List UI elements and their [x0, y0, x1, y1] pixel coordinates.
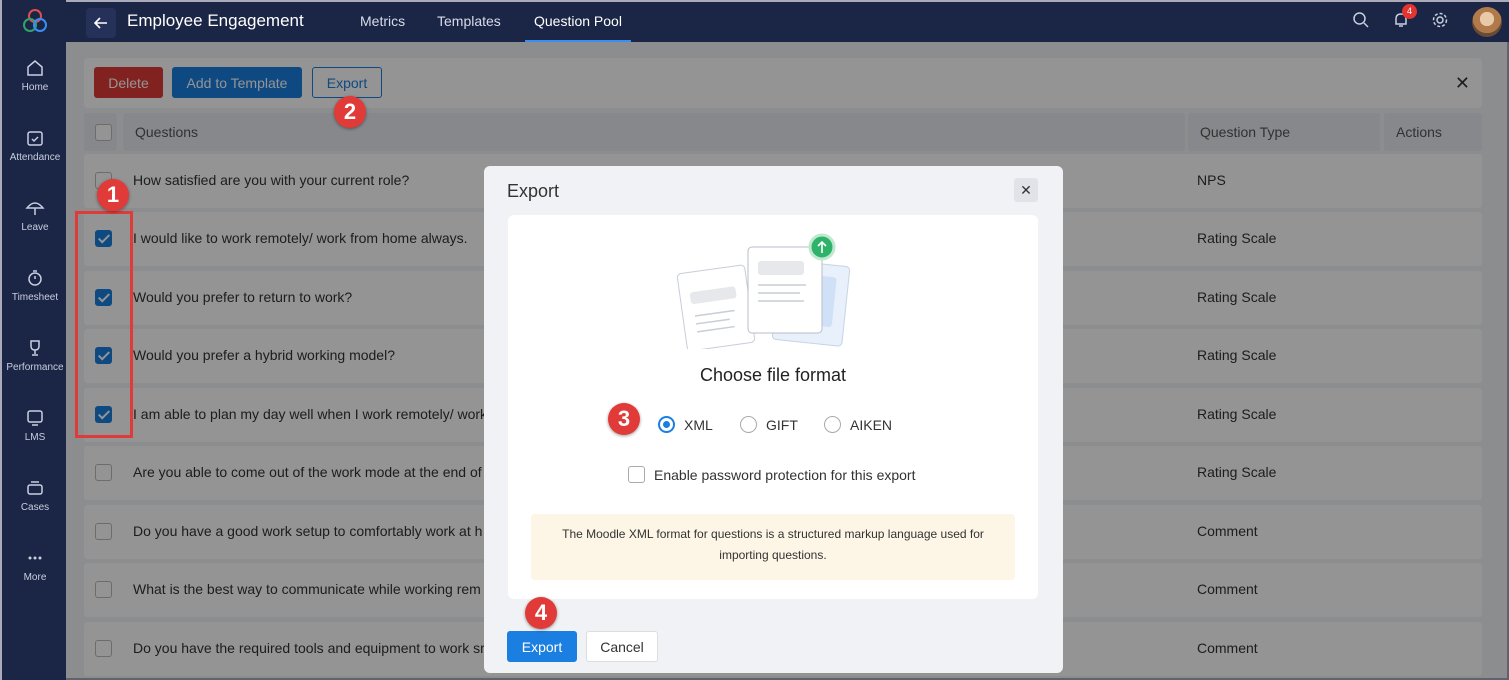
step-marker-2: 2 — [334, 96, 366, 128]
note-line-1: The Moodle XML format for questions is a… — [562, 527, 984, 541]
sidebar-item-label: Home — [21, 82, 49, 93]
radio-gift[interactable] — [740, 416, 757, 433]
sidebar-item-label: Leave — [21, 222, 49, 233]
sidebar-item-label: Cases — [20, 502, 50, 513]
tab-question-pool[interactable]: Question Pool — [534, 13, 622, 29]
sidebar-item-more[interactable]: More — [2, 548, 68, 608]
tab-metrics[interactable]: Metrics — [360, 13, 405, 29]
format-label: XML — [684, 416, 713, 433]
sidebar-item-performance[interactable]: Performance — [2, 338, 68, 398]
sidebar-item-label: Attendance — [9, 152, 61, 163]
step-marker-3: 3 — [608, 403, 640, 435]
trophy-icon — [30, 340, 40, 356]
gear-icon[interactable] — [1431, 11, 1449, 29]
left-sidebar: Home Attendance Leave Timesheet Performa… — [0, 0, 66, 680]
format-option-aiken[interactable]: AIKEN — [824, 416, 892, 433]
avatar[interactable] — [1472, 7, 1502, 37]
radio-xml[interactable] — [658, 416, 675, 433]
home-icon — [27, 60, 43, 76]
sidebar-item-label: Performance — [6, 362, 64, 373]
dialog-body: Choose file format XML GIFT AIKEN Enable… — [508, 215, 1038, 599]
more-dots-icon — [28, 556, 42, 560]
selection-highlight-box — [75, 211, 133, 438]
radio-aiken[interactable] — [824, 416, 841, 433]
sidebar-item-leave[interactable]: Leave — [2, 198, 68, 258]
zoho-people-logo[interactable] — [22, 8, 48, 34]
back-button[interactable] — [86, 8, 116, 38]
sidebar-item-timesheet[interactable]: Timesheet — [2, 268, 68, 328]
dialog-title: Export — [507, 181, 560, 201]
export-dialog: Export ✕ Choose file format XML GIFT AIK… — [484, 166, 1063, 673]
timer-icon — [28, 270, 42, 286]
sidebar-item-label: Timesheet — [11, 292, 59, 303]
format-option-gift[interactable]: GIFT — [740, 416, 798, 433]
sidebar-item-attendance[interactable]: Attendance — [2, 128, 68, 188]
arrow-left-icon — [93, 17, 107, 29]
export-documents-illustration — [676, 233, 851, 349]
format-description-note: The Moodle XML format for questions is a… — [531, 514, 1015, 580]
password-protection-label: Enable password protection for this expo… — [654, 466, 916, 483]
dialog-cancel-button[interactable]: Cancel — [586, 631, 658, 662]
step-marker-4: 4 — [525, 597, 557, 629]
format-label: AIKEN — [850, 416, 893, 433]
sidebar-item-label: LMS — [24, 432, 46, 443]
step-marker-1: 1 — [97, 179, 129, 211]
format-option-xml[interactable]: XML — [658, 416, 713, 433]
search-icon[interactable] — [1352, 11, 1370, 29]
umbrella-icon — [25, 202, 45, 215]
screen-icon — [27, 410, 43, 426]
format-label: GIFT — [766, 416, 798, 433]
sidebar-item-home[interactable]: Home — [2, 58, 68, 118]
calendar-check-icon — [27, 131, 43, 146]
top-bar: Employee Engagement Metrics Templates Qu… — [66, 0, 1509, 43]
close-icon[interactable]: ✕ — [1014, 178, 1038, 202]
sidebar-item-lms[interactable]: LMS — [2, 408, 68, 468]
password-protection-option[interactable]: Enable password protection for this expo… — [628, 466, 915, 483]
choose-format-heading: Choose file format — [699, 365, 847, 385]
inbox-icon — [27, 481, 43, 495]
notification-badge: 4 — [1402, 4, 1417, 19]
password-protection-checkbox[interactable] — [628, 466, 645, 483]
page-title: Employee Engagement — [127, 11, 304, 30]
note-line-2: importing questions. — [719, 548, 827, 562]
dialog-export-button[interactable]: Export — [507, 631, 577, 662]
sidebar-item-label: More — [23, 572, 47, 583]
sidebar-item-cases[interactable]: Cases — [2, 478, 68, 538]
tab-templates[interactable]: Templates — [437, 13, 501, 29]
